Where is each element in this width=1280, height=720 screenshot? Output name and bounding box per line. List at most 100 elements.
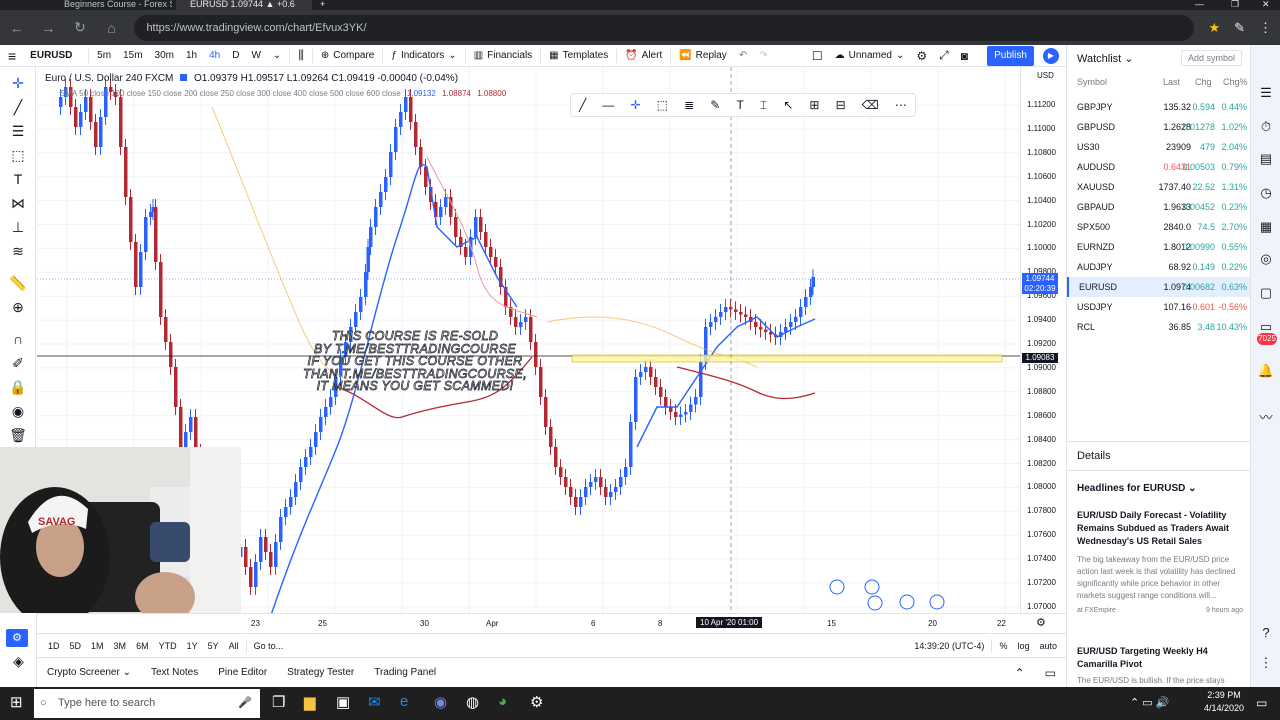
hotlist-icon[interactable]: ◷ bbox=[1251, 185, 1280, 201]
range-6m[interactable]: 6M bbox=[131, 641, 154, 651]
browser-menu-icon[interactable]: ⋮ bbox=[1259, 20, 1272, 36]
go-to-date-button[interactable]: Go to... bbox=[249, 641, 289, 651]
bell-icon[interactable]: 🔔 bbox=[1251, 363, 1280, 379]
financials-button[interactable]: ▥ Financials bbox=[468, 50, 538, 61]
order-panel-icon[interactable]: 〰 bbox=[1251, 407, 1280, 426]
windows-start-icon[interactable]: ⊞ bbox=[10, 693, 23, 711]
stay-drawing-icon[interactable]: ✐ bbox=[0, 355, 36, 372]
minimize-icon[interactable]: — bbox=[1195, 0, 1204, 9]
calendar-icon[interactable]: ▦ bbox=[1251, 219, 1280, 235]
action-center-icon[interactable]: ▭ bbox=[1256, 696, 1267, 710]
time-scale[interactable]: 23 25 30 Apr 6 8 10 Apr '20 01:00 15 20 … bbox=[37, 613, 1066, 633]
price-scale[interactable]: 1.11200 1.11000 1.10800 1.10600 1.10400 1.102… bbox=[1020, 67, 1066, 613]
data-window-icon[interactable]: ▤ bbox=[1251, 151, 1280, 167]
column-header[interactable]: Symbol bbox=[1077, 77, 1107, 87]
browser-tab-eurusd[interactable]: EURUSD 1.09744 ▲ +0.6 bbox=[176, 0, 312, 10]
column-header[interactable]: Last bbox=[1163, 77, 1180, 87]
file-explorer-icon[interactable]: ▆ bbox=[304, 693, 316, 711]
maximize-icon[interactable]: ❐ bbox=[1231, 0, 1239, 9]
chevron-down-icon[interactable]: ⌄ bbox=[267, 50, 287, 61]
box-tool-icon[interactable]: ⬚ bbox=[657, 98, 668, 112]
range-5y[interactable]: 5Y bbox=[203, 641, 224, 651]
range-tool-icon[interactable]: ⊟ bbox=[836, 98, 846, 112]
object-tree-icon[interactable]: ⚙ bbox=[6, 629, 28, 647]
fullscreen-box-icon[interactable]: ☐ bbox=[806, 49, 829, 63]
help-icon[interactable]: ? bbox=[1251, 625, 1280, 640]
interval-5m[interactable]: 5m bbox=[91, 50, 117, 61]
range-1m[interactable]: 1M bbox=[86, 641, 109, 651]
fib-icon[interactable]: ☰ bbox=[0, 123, 36, 140]
range-1y[interactable]: 1Y bbox=[182, 641, 203, 651]
ideas-icon[interactable]: ◎ bbox=[1251, 251, 1280, 267]
brush-tool-icon[interactable]: ✎ bbox=[710, 98, 720, 112]
brush-icon[interactable]: ≋ bbox=[0, 243, 36, 260]
rectangle-icon[interactable]: ⬚ bbox=[0, 147, 36, 164]
forecast-tool-icon[interactable]: ⊞ bbox=[809, 98, 819, 112]
range-5d[interactable]: 5D bbox=[65, 641, 87, 651]
tab-text-notes[interactable]: Text Notes bbox=[141, 667, 208, 678]
close-window-icon[interactable]: ✕ bbox=[1262, 0, 1270, 9]
column-header[interactable]: Chg bbox=[1195, 77, 1212, 87]
eye-icon[interactable]: ◉ bbox=[0, 403, 36, 420]
back-icon[interactable]: ← bbox=[8, 20, 26, 36]
interval-d[interactable]: D bbox=[226, 50, 245, 61]
ruler-icon[interactable]: 📏 bbox=[0, 275, 36, 292]
layout-name-button[interactable]: ☁ Unnamed ⌄ bbox=[829, 50, 911, 61]
edge-icon[interactable]: e bbox=[400, 693, 408, 710]
options-icon[interactable]: ⋮ bbox=[1251, 655, 1280, 671]
extension-icon[interactable]: ✎ bbox=[1234, 20, 1245, 36]
details-section-header[interactable]: Details bbox=[1067, 441, 1251, 471]
column-header[interactable]: Chg% bbox=[1223, 77, 1248, 87]
tab-strategy-tester[interactable]: Strategy Tester bbox=[277, 667, 364, 678]
play-circle-icon[interactable]: ▶ bbox=[1043, 48, 1059, 64]
long-position-icon[interactable]: ⊥ bbox=[0, 219, 36, 236]
browser-tab-course[interactable]: Beginners Course - Forex Sc bbox=[50, 0, 172, 10]
taskbar-search-input[interactable]: ○ Type here to search 🎤 bbox=[34, 689, 260, 718]
percent-scale-toggle[interactable]: % bbox=[994, 641, 1012, 651]
watchlist-icon[interactable]: ☰ bbox=[1251, 85, 1280, 101]
watchlist-row[interactable]: GBPJPY 135.32 0.594 0.44% bbox=[1067, 97, 1251, 117]
clock-timezone[interactable]: 14:39:20 (UTC-4) bbox=[909, 641, 989, 651]
reload-icon[interactable]: ↻ bbox=[71, 19, 89, 36]
alerts-clock-icon[interactable]: ⏱ bbox=[1251, 119, 1280, 135]
watchlist-row[interactable]: GBPUSD 1.2628 0.01278 1.02% bbox=[1067, 117, 1251, 137]
headlines-title[interactable]: Headlines for EURUSD ⌄ bbox=[1077, 483, 1197, 494]
settings-app-icon[interactable]: ⚙ bbox=[530, 693, 543, 711]
layers-icon[interactable]: ◈ bbox=[0, 653, 37, 670]
alert-button[interactable]: ⏰ Alert bbox=[619, 50, 668, 61]
measure-tool-icon[interactable]: ⌶ bbox=[760, 98, 767, 113]
watchlist-row[interactable]: SPX500 2840.0 74.5 2.70% bbox=[1067, 217, 1251, 237]
compare-button[interactable]: ⊕ Compare bbox=[315, 50, 381, 61]
system-clock[interactable]: 2:39 PM 4/14/2020 bbox=[1200, 689, 1248, 715]
watchlist-row[interactable]: USDJPY 107.16 -0.601 -0.56% bbox=[1067, 297, 1251, 317]
ma-legend[interactable]: SMA 50 close 100 close 150 close 200 clo… bbox=[60, 89, 506, 98]
interval-30m[interactable]: 30m bbox=[149, 50, 180, 61]
maximize-panel-icon[interactable]: ▭ bbox=[1035, 666, 1066, 680]
settings-gear-icon[interactable]: ⚙ bbox=[910, 49, 933, 63]
interval-1h[interactable]: 1h bbox=[180, 50, 203, 61]
replay-button[interactable]: ⏪ Replay bbox=[673, 50, 733, 61]
range-3m[interactable]: 3M bbox=[109, 641, 132, 651]
camera-icon[interactable]: ◙ bbox=[955, 49, 974, 63]
scale-settings-gear-icon[interactable]: ⚙ bbox=[1036, 616, 1046, 629]
watchlist-row[interactable]: GBPAUD 1.9633 0.00452 0.23% bbox=[1067, 197, 1251, 217]
indicators-button[interactable]: ƒ Indicators ⌄ bbox=[385, 50, 462, 61]
line-tool-icon[interactable]: ╱ bbox=[579, 98, 586, 112]
trash-icon[interactable]: 🗑 bbox=[0, 427, 36, 444]
text-icon[interactable]: T bbox=[0, 171, 36, 187]
new-tab-icon[interactable]: + bbox=[320, 0, 325, 9]
text-tool-icon[interactable]: T bbox=[736, 98, 743, 112]
tab-trading-panel[interactable]: Trading Panel bbox=[364, 667, 446, 678]
symbol-search-button[interactable]: EURUSD bbox=[24, 50, 86, 61]
watchlist-row[interactable]: AUDJPY 68.92 0.149 0.22% bbox=[1067, 257, 1251, 277]
range-ytd[interactable]: YTD bbox=[154, 641, 182, 651]
watchlist-row[interactable]: XAUUSD 1737.40 22.52 1.31% bbox=[1067, 177, 1251, 197]
log-scale-toggle[interactable]: log bbox=[1012, 641, 1034, 651]
templates-button[interactable]: ▦ Templates bbox=[543, 50, 614, 61]
crosshair-icon[interactable]: ✛ bbox=[0, 75, 36, 92]
interval-4h[interactable]: 4h bbox=[203, 50, 226, 61]
watchlist-row[interactable]: EURUSD 1.0974 0.00682 0.63% bbox=[1067, 277, 1251, 297]
watchlist-title-button[interactable]: Watchlist ⌄ bbox=[1077, 52, 1134, 65]
more-tools-icon[interactable]: ⋯ bbox=[895, 98, 907, 112]
zoom-in-icon[interactable]: ⊕ bbox=[0, 299, 36, 316]
